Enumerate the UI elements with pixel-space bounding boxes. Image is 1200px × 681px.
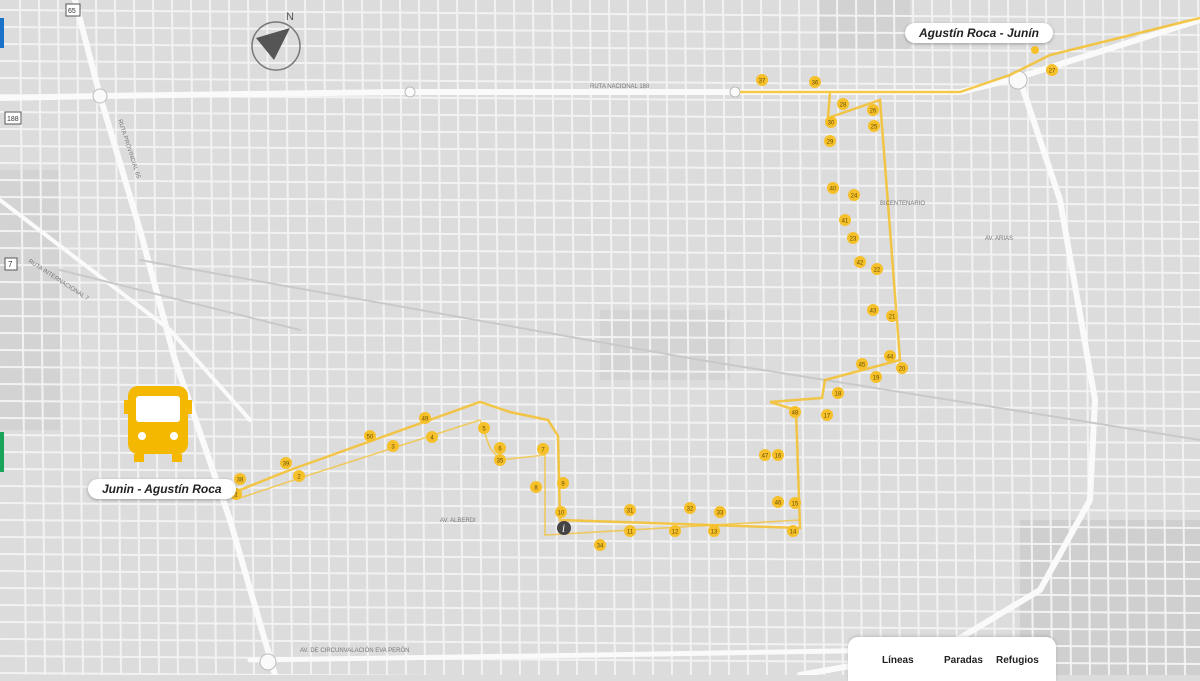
bus-stop-number: 12 — [672, 530, 679, 536]
bus-stop-number: 43 — [870, 309, 877, 315]
bus-stop-number: 15 — [792, 502, 799, 508]
svg-text:65: 65 — [68, 8, 76, 15]
bus-icon — [124, 386, 192, 462]
route-end-marker — [1031, 46, 1039, 54]
bus-stop-number: 21 — [889, 315, 896, 321]
route-start-label: Junin - Agustín Roca — [88, 479, 236, 499]
bus-stop-number: 31 — [627, 509, 634, 515]
bus-stop-number: 37 — [759, 79, 766, 85]
bus-stop-number: 22 — [874, 268, 881, 274]
bus-stop-number: 11 — [627, 530, 634, 536]
bus-stop-number: 34 — [597, 544, 604, 550]
bus-stop-number: 50 — [367, 435, 374, 441]
bus-stop-number: 40 — [830, 187, 837, 193]
road-label-circunvalacion: AV. DE CIRCUNVALACIÓN EVA PERÓN — [300, 647, 409, 654]
svg-text:188: 188 — [7, 116, 19, 123]
route-shield-65: 65 — [65, 3, 81, 17]
bus-stop-number: 46 — [775, 501, 782, 507]
city-map[interactable]: 123456 7891011 12 13 14151617181920212223242… — [0, 0, 1200, 675]
bus-stop-number: 25 — [871, 125, 878, 131]
bus-stop-number: 17 — [824, 414, 831, 420]
bus-stop-number: 10 — [558, 511, 565, 517]
bus-stop-number: 14 — [790, 530, 797, 536]
bus-stop-number: 36 — [812, 81, 819, 87]
bus-stop-number: 13 — [711, 530, 718, 536]
bus-stop-number: 24 — [851, 194, 858, 200]
info-icon: i — [557, 521, 571, 535]
north-label: N — [286, 11, 294, 23]
bus-stop-number: 39 — [283, 462, 290, 468]
bus-stop-number: 33 — [717, 511, 724, 517]
svg-text:7: 7 — [8, 260, 13, 269]
road-label-bicentenario: BICENTENARIO — [880, 201, 925, 207]
legend-stops: Paradas — [944, 655, 983, 666]
bus-stop-number: 29 — [827, 140, 834, 146]
bus-stop-number: 32 — [687, 507, 694, 513]
bus-stop-number: 23 — [850, 237, 857, 243]
bus-stop-number: 44 — [887, 355, 894, 361]
bus-stop-number: 35 — [497, 459, 504, 465]
bus-stop-number: 18 — [835, 392, 842, 398]
legend-lines: Líneas — [882, 655, 914, 666]
road-label-arias: AV. ARIAS — [985, 236, 1013, 242]
bus-stop-number: 41 — [842, 219, 849, 225]
bus-stop-number: 16 — [775, 454, 782, 460]
bus-stop-number: 19 — [873, 376, 880, 382]
bus-stop-number: 30 — [828, 121, 835, 127]
left-edge-strip-green — [0, 432, 4, 472]
bus-stop-number: 27 — [1049, 69, 1056, 75]
bus-stop-number: 20 — [899, 367, 906, 373]
bus-stop-number: 47 — [762, 454, 769, 460]
map-legend: Líneas Paradas Refugios — [848, 637, 1056, 681]
bus-stop-number: 49 — [422, 417, 429, 423]
svg-text:i: i — [562, 524, 565, 535]
route-shield-188: 188 — [4, 111, 22, 125]
bus-stop-number: 26 — [870, 109, 877, 115]
route-shield-7: 7 — [4, 257, 18, 271]
road-label-ruta-nacional: RUTA NACIONAL 188 — [590, 84, 650, 90]
bus-stop-number: 45 — [859, 363, 866, 369]
left-edge-strip-blue — [0, 18, 4, 48]
road-label-alberdi: AV. ALBERDI — [440, 518, 476, 524]
route-end-label: Agustín Roca - Junín — [905, 23, 1053, 43]
bus-stop-number: 42 — [857, 261, 864, 267]
bus-stop-number: 28 — [840, 103, 847, 109]
bus-stop-number: 48 — [792, 411, 799, 417]
bus-stop-number: 38 — [237, 478, 244, 484]
legend-shelters: Refugios — [996, 655, 1039, 666]
